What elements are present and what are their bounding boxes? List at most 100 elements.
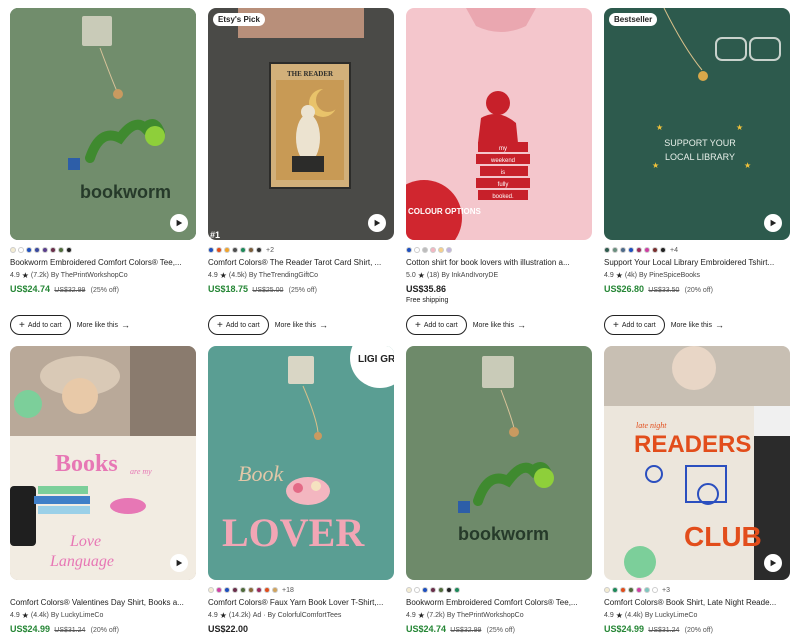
listing-card[interactable]: SUPPORT YOUR LOCAL LIBRARY ★ ★ ★ ★ Bests… xyxy=(604,8,790,335)
color-swatch[interactable] xyxy=(612,247,618,253)
color-swatches[interactable]: +3 xyxy=(604,586,790,594)
color-swatch[interactable] xyxy=(10,247,16,253)
color-swatches[interactable] xyxy=(10,586,196,594)
color-swatch[interactable] xyxy=(636,247,642,253)
listing-card[interactable]: THE READER #1 Etsy's Pick +2 Comfort Col… xyxy=(208,8,394,335)
color-swatches[interactable] xyxy=(10,246,196,254)
color-swatch[interactable] xyxy=(256,587,262,593)
color-swatch[interactable] xyxy=(612,587,618,593)
color-swatches[interactable]: +2 xyxy=(208,246,394,254)
listing-card[interactable]: Books are my Love Language Comfort Color… xyxy=(10,346,196,634)
shop-name[interactable]: By LuckyLimeCo xyxy=(51,612,104,619)
listing-image[interactable]: THE READER #1 Etsy's Pick xyxy=(208,8,394,240)
color-swatch[interactable] xyxy=(422,247,428,253)
shop-name[interactable]: By LuckyLimeCo xyxy=(645,612,698,619)
color-swatch[interactable] xyxy=(232,247,238,253)
shop-name[interactable]: By TheTrendingGiftCo xyxy=(249,272,318,279)
more-swatches-count[interactable]: +2 xyxy=(266,247,274,254)
listing-image[interactable]: Books are my Love Language xyxy=(10,346,196,580)
color-swatch[interactable] xyxy=(414,247,420,253)
color-swatch[interactable] xyxy=(422,587,428,593)
shop-name[interactable]: By ThePrintWorkshopCo xyxy=(447,612,524,619)
listing-card[interactable]: bookworm Bookworm Embroidered Comfort Co… xyxy=(10,8,196,335)
add-to-cart-button[interactable]: + Add to cart xyxy=(604,315,665,335)
color-swatch[interactable] xyxy=(18,247,24,253)
color-swatch[interactable] xyxy=(208,587,214,593)
listing-title[interactable]: Support Your Local Library Embroidered T… xyxy=(604,258,790,267)
color-swatch[interactable] xyxy=(42,247,48,253)
color-swatch[interactable] xyxy=(406,247,412,253)
more-like-this-link[interactable]: More like this → xyxy=(671,320,724,330)
color-swatch[interactable] xyxy=(446,587,452,593)
more-like-this-link[interactable]: More like this → xyxy=(473,320,526,330)
add-to-cart-button[interactable]: + Add to cart xyxy=(10,315,71,335)
color-swatch[interactable] xyxy=(240,247,246,253)
listing-image[interactable]: my weekend is fully booked. COLOUR OPTIO… xyxy=(406,8,592,240)
color-swatches[interactable] xyxy=(406,586,592,594)
color-swatch[interactable] xyxy=(26,247,32,253)
color-swatch[interactable] xyxy=(430,587,436,593)
color-swatch[interactable] xyxy=(628,587,634,593)
color-swatch[interactable] xyxy=(216,587,222,593)
more-swatches-count[interactable]: +4 xyxy=(670,247,678,254)
shop-name[interactable]: By InkAndIvoryDE xyxy=(441,272,498,279)
more-swatches-count[interactable]: +3 xyxy=(662,587,670,594)
listing-title[interactable]: Comfort Colors® Valentines Day Shirt, Bo… xyxy=(10,598,196,607)
listing-card[interactable]: bookworm Bookworm Embroidered Comfort Co… xyxy=(406,346,592,634)
shop-name[interactable]: By PineSpiceBooks xyxy=(639,272,700,279)
color-swatch[interactable] xyxy=(604,247,610,253)
add-to-cart-button[interactable]: + Add to cart xyxy=(406,315,467,335)
color-swatch[interactable] xyxy=(454,587,460,593)
listing-image[interactable]: bookworm xyxy=(406,346,592,580)
color-swatch[interactable] xyxy=(438,587,444,593)
color-swatch[interactable] xyxy=(66,247,72,253)
listing-image[interactable]: SUPPORT YOUR LOCAL LIBRARY ★ ★ ★ ★ Bests… xyxy=(604,8,790,240)
color-swatch[interactable] xyxy=(430,247,436,253)
color-swatches[interactable]: +4 xyxy=(604,246,790,254)
color-swatches[interactable] xyxy=(406,246,592,254)
color-swatch[interactable] xyxy=(264,587,270,593)
color-swatch[interactable] xyxy=(660,247,666,253)
color-swatch[interactable] xyxy=(256,247,262,253)
color-swatch[interactable] xyxy=(620,247,626,253)
color-swatch[interactable] xyxy=(272,587,278,593)
color-swatch[interactable] xyxy=(620,587,626,593)
color-swatch[interactable] xyxy=(636,587,642,593)
color-swatch[interactable] xyxy=(248,587,254,593)
color-swatch[interactable] xyxy=(644,247,650,253)
color-swatch[interactable] xyxy=(652,247,658,253)
add-to-cart-button[interactable]: + Add to cart xyxy=(208,315,269,335)
shop-name[interactable]: By ThePrintWorkshopCo xyxy=(51,272,128,279)
color-swatch[interactable] xyxy=(232,587,238,593)
color-swatch[interactable] xyxy=(34,247,40,253)
color-swatches[interactable]: +18 xyxy=(208,586,394,594)
listing-image[interactable]: bookworm xyxy=(10,8,196,240)
color-swatch[interactable] xyxy=(438,247,444,253)
more-like-this-link[interactable]: More like this → xyxy=(275,320,328,330)
color-swatch[interactable] xyxy=(248,247,254,253)
color-swatch[interactable] xyxy=(50,247,56,253)
play-video-button[interactable] xyxy=(764,554,782,572)
listing-image[interactable]: LIGI GRE Book LOVER xyxy=(208,346,394,580)
listing-title[interactable]: Bookworm Embroidered Comfort Colors® Tee… xyxy=(406,598,592,607)
color-swatch[interactable] xyxy=(604,587,610,593)
color-swatch[interactable] xyxy=(628,247,634,253)
color-swatch[interactable] xyxy=(58,247,64,253)
listing-title[interactable]: Comfort Colors® Book Shirt, Late Night R… xyxy=(604,598,790,607)
listing-title[interactable]: Comfort Colors® The Reader Tarot Card Sh… xyxy=(208,258,394,267)
color-swatch[interactable] xyxy=(644,587,650,593)
listing-card[interactable]: late night READERS CLUB +3 Comfort Color… xyxy=(604,346,790,634)
color-swatch[interactable] xyxy=(216,247,222,253)
listing-title[interactable]: Cotton shirt for book lovers with illust… xyxy=(406,258,592,267)
play-video-button[interactable] xyxy=(368,214,386,232)
color-swatch[interactable] xyxy=(406,587,412,593)
color-swatch[interactable] xyxy=(446,247,452,253)
listing-title[interactable]: Comfort Colors® Faux Yarn Book Lover T-S… xyxy=(208,598,394,607)
shop-name[interactable]: Ad · By ColorfulComfortTees xyxy=(253,612,342,619)
listing-card[interactable]: my weekend is fully booked. COLOUR OPTIO… xyxy=(406,8,592,335)
more-swatches-count[interactable]: +18 xyxy=(282,587,294,594)
color-swatch[interactable] xyxy=(224,247,230,253)
more-like-this-link[interactable]: More like this → xyxy=(77,320,130,330)
listing-image[interactable]: late night READERS CLUB xyxy=(604,346,790,580)
play-video-button[interactable] xyxy=(170,554,188,572)
